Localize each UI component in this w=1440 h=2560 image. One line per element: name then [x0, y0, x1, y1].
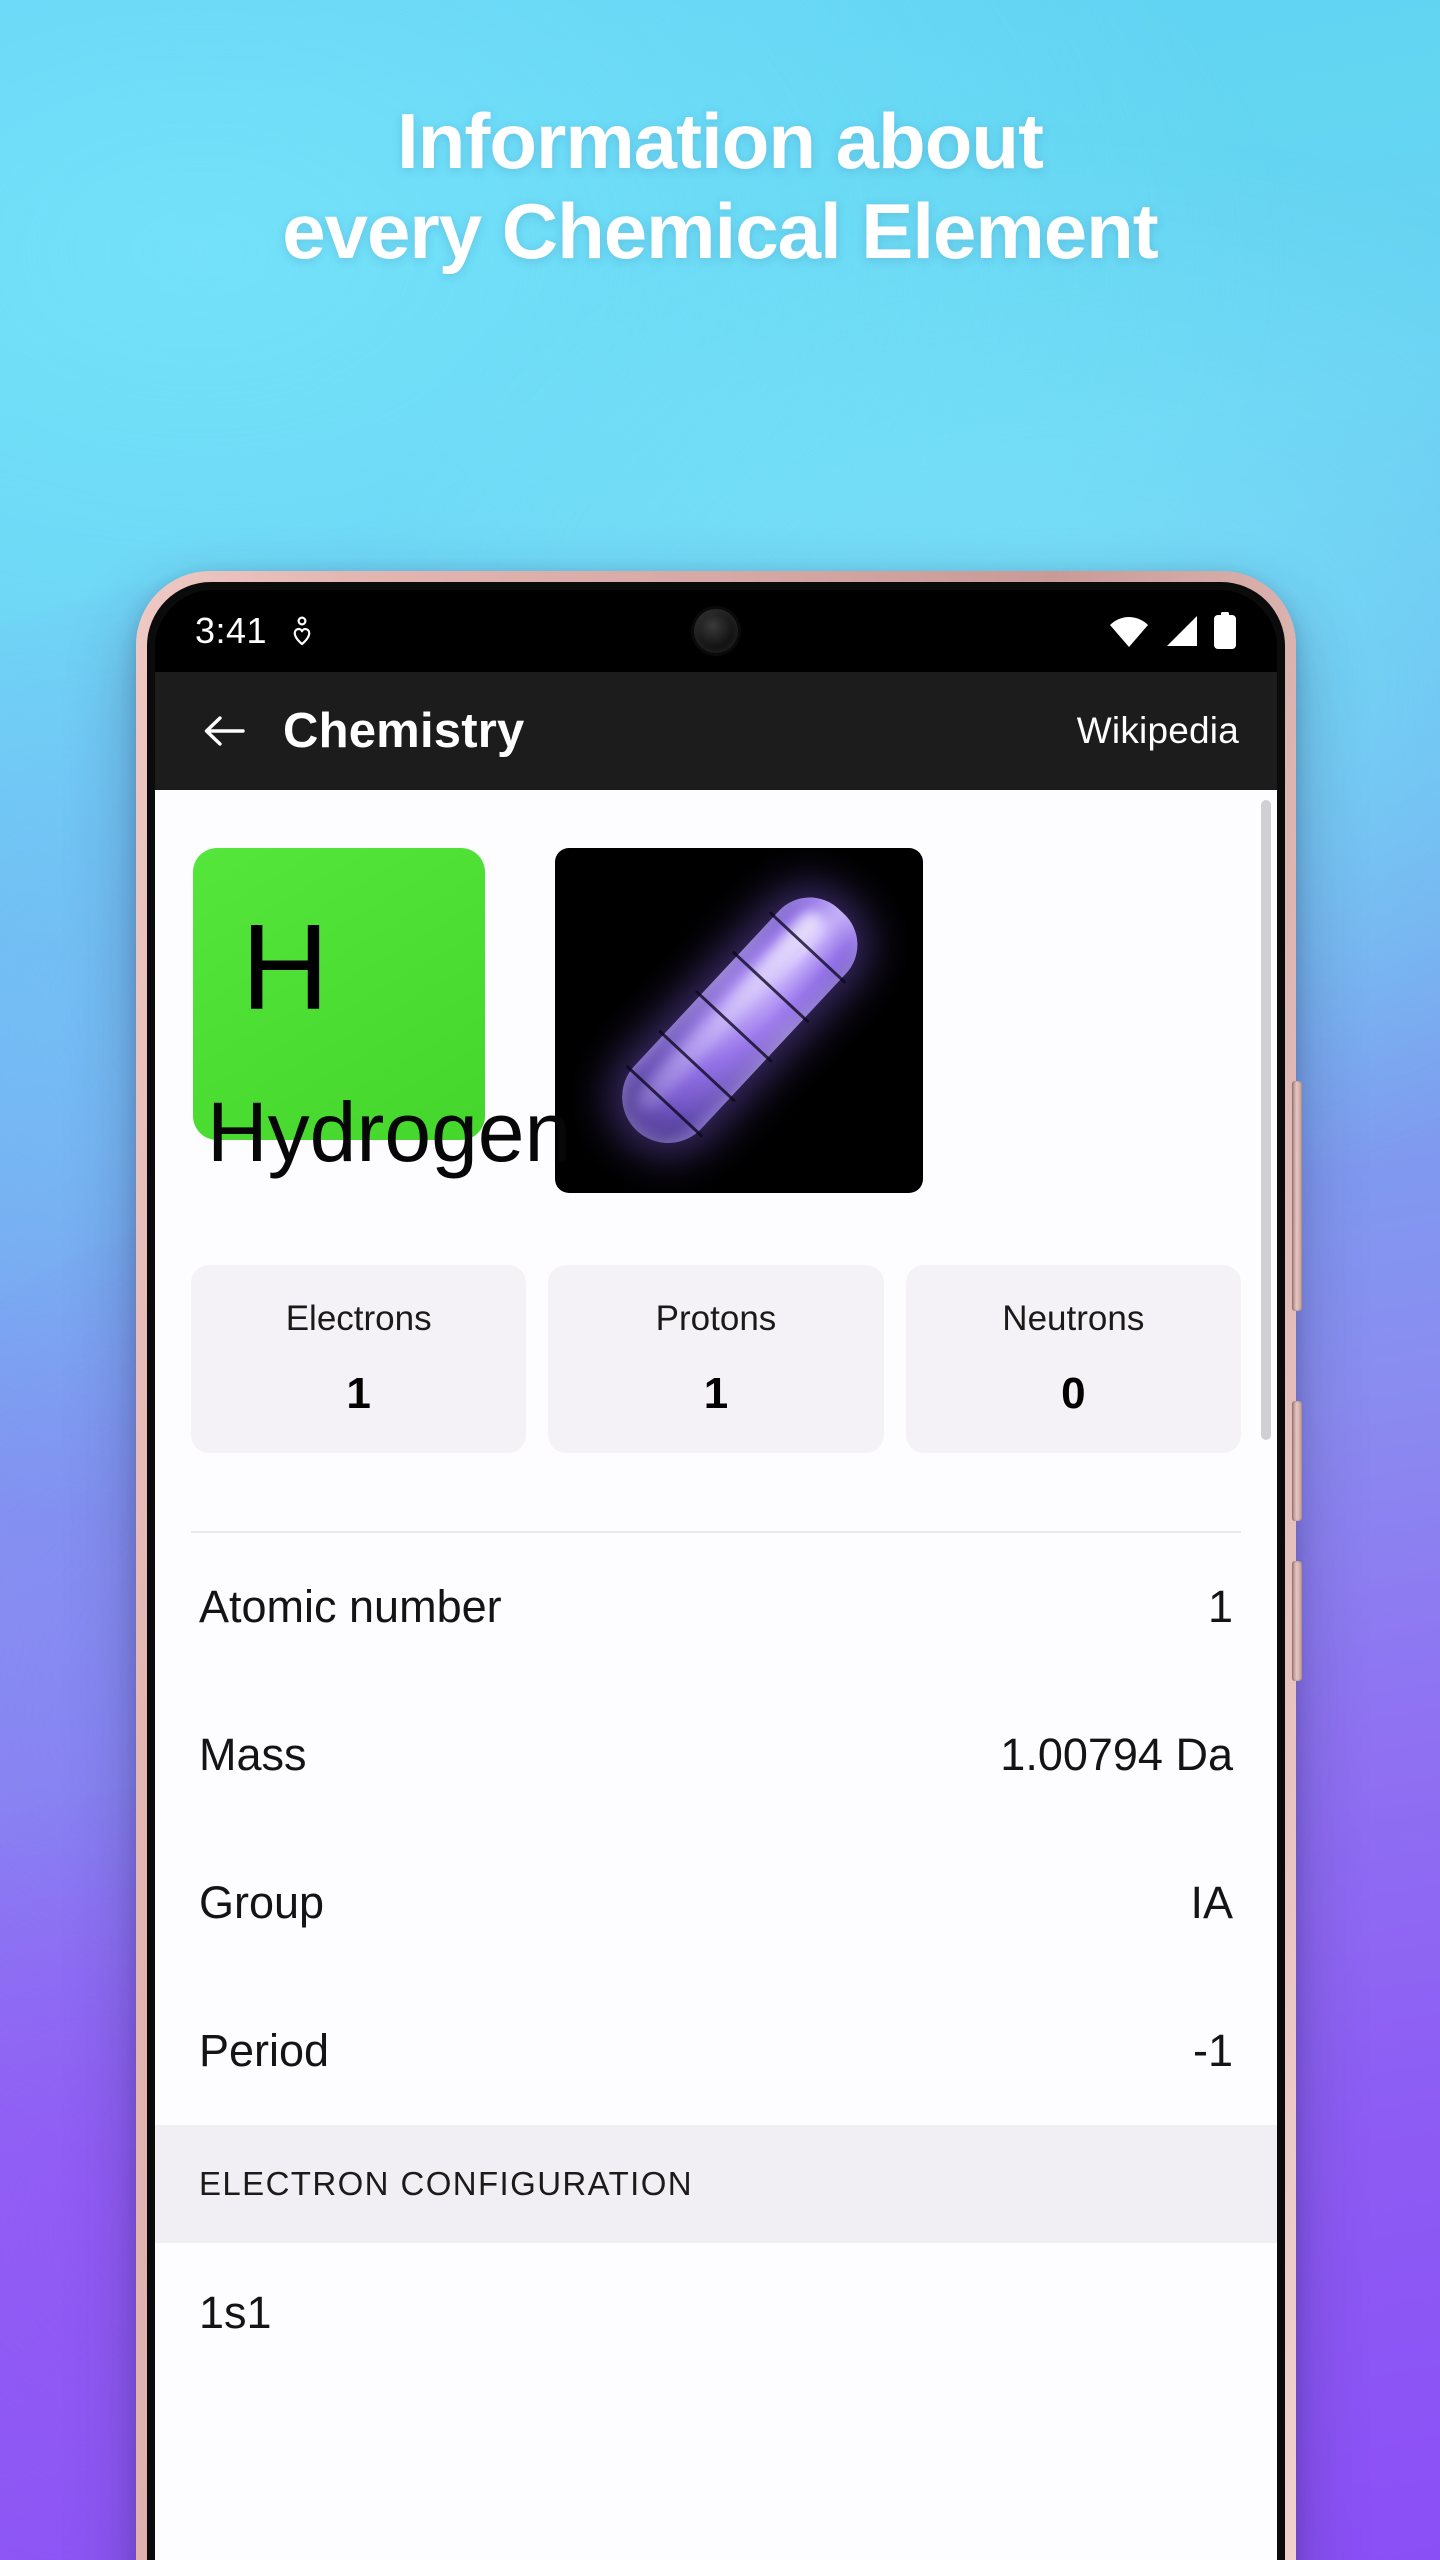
electron-configuration-header: ELECTRON CONFIGURATION	[155, 2125, 1277, 2243]
element-hero: H Hydrogen	[155, 790, 1277, 1193]
phone-bezel: 3:41 Chemistry Wikipedia H Hydrogen Elec…	[147, 582, 1285, 2560]
stat-card-electrons[interactable]: Electrons 1	[191, 1265, 527, 1453]
promo-headline: Information about every Chemical Element	[0, 96, 1440, 277]
table-row[interactable]: Group IA	[199, 1829, 1233, 1977]
property-value: -1	[1192, 2025, 1233, 2076]
wikipedia-link[interactable]: Wikipedia	[1077, 710, 1239, 752]
stat-value: 0	[1061, 1369, 1086, 1418]
electron-configuration-value: 1s1	[199, 2287, 272, 2338]
hydrogen-discharge-tube-icon	[603, 879, 875, 1162]
element-symbol: H	[241, 899, 330, 1035]
power-button[interactable]	[1292, 1401, 1302, 1521]
status-bar-left: 3:41	[195, 610, 315, 652]
wifi-icon	[1110, 617, 1148, 647]
stat-label: Protons	[655, 1299, 777, 1338]
phone-mockup: 3:41 Chemistry Wikipedia H Hydrogen Elec…	[136, 571, 1302, 2560]
table-row[interactable]: Atomic number 1	[199, 1533, 1233, 1681]
element-photo[interactable]	[555, 848, 923, 1193]
section-header-label: ELECTRON CONFIGURATION	[199, 2165, 694, 2202]
cellular-signal-icon	[1167, 616, 1197, 646]
stat-value: 1	[703, 1369, 729, 1418]
status-bar-right	[1109, 612, 1237, 650]
status-bar: 3:41	[155, 590, 1277, 672]
stat-card-protons[interactable]: Protons 1	[548, 1265, 884, 1453]
element-detail-content: H Hydrogen Electrons 1 Protons 1 Neutron…	[155, 790, 1277, 2560]
table-row[interactable]: Period -1	[199, 1977, 1233, 2125]
page-title: Chemistry	[283, 704, 525, 758]
property-value: 1	[1207, 1581, 1233, 1632]
property-value: 1.00794 Da	[1000, 1729, 1233, 1780]
heart-health-icon	[289, 616, 315, 646]
element-name: Hydrogen	[207, 1085, 572, 1179]
headline-line-2: every Chemical Element	[282, 187, 1158, 276]
property-value: IA	[1190, 1877, 1233, 1928]
property-label: Group	[199, 1877, 325, 1928]
property-label: Atomic number	[199, 1581, 502, 1632]
property-label: Mass	[199, 1729, 307, 1780]
stat-card-neutrons[interactable]: Neutrons 0	[905, 1265, 1241, 1453]
promo-screenshot: Information about every Chemical Element…	[0, 0, 1440, 2560]
app-bar: Chemistry Wikipedia	[155, 672, 1277, 790]
property-list: Atomic number 1 Mass 1.00794 Da Group IA	[155, 1533, 1277, 2125]
arrow-left-icon[interactable]	[193, 700, 255, 762]
extra-side-button[interactable]	[1292, 1561, 1302, 1681]
front-camera-punch-hole	[694, 609, 738, 653]
property-label: Period	[199, 2025, 330, 2076]
stat-label: Electrons	[285, 1299, 432, 1338]
table-row[interactable]: Mass 1.00794 Da	[199, 1681, 1233, 1829]
stat-label: Neutrons	[1002, 1299, 1145, 1338]
stat-value: 1	[346, 1369, 371, 1418]
headline-line-1: Information about	[397, 97, 1044, 185]
volume-button[interactable]	[1292, 1081, 1302, 1311]
status-bar-clock: 3:41	[195, 610, 268, 651]
battery-icon	[1214, 612, 1236, 649]
phone-screen: 3:41 Chemistry Wikipedia H Hydrogen Elec…	[155, 590, 1277, 2560]
particle-stats: Electrons 1 Protons 1 Neutrons 0	[155, 1193, 1277, 1453]
